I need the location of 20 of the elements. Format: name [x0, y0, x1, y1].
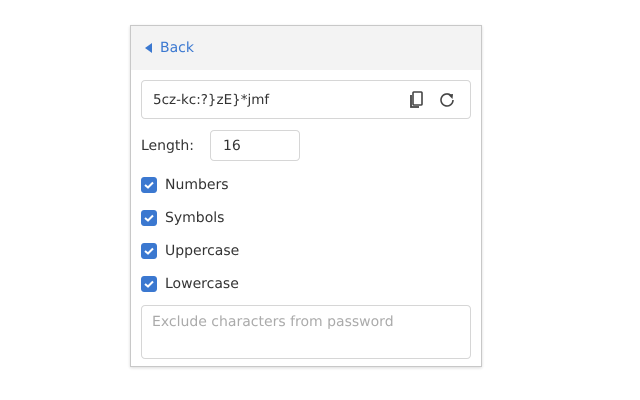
checkbox[interactable] [141, 242, 157, 258]
option-label: Numbers [165, 176, 229, 192]
check-icon [144, 246, 154, 254]
check-icon [144, 180, 154, 188]
password-field[interactable]: 5cz-kc:?}zE}*jmf [141, 80, 471, 119]
length-label: Length: [141, 138, 196, 154]
checkbox[interactable] [141, 176, 157, 192]
checkbox[interactable] [141, 210, 157, 226]
back-arrow-icon [145, 43, 152, 53]
copy-icon[interactable] [408, 90, 424, 108]
length-input[interactable]: 16 [210, 130, 300, 161]
checkbox[interactable] [141, 276, 157, 292]
option-label: Symbols [165, 210, 224, 226]
option-label: Uppercase [165, 242, 240, 258]
check-icon [144, 280, 154, 288]
back-link[interactable]: Back [145, 40, 194, 56]
refresh-icon[interactable] [438, 90, 456, 108]
check-icon [144, 214, 154, 222]
exclude-field[interactable]: Exclude characters from password [141, 305, 471, 359]
option-label: Lowercase [165, 276, 239, 292]
